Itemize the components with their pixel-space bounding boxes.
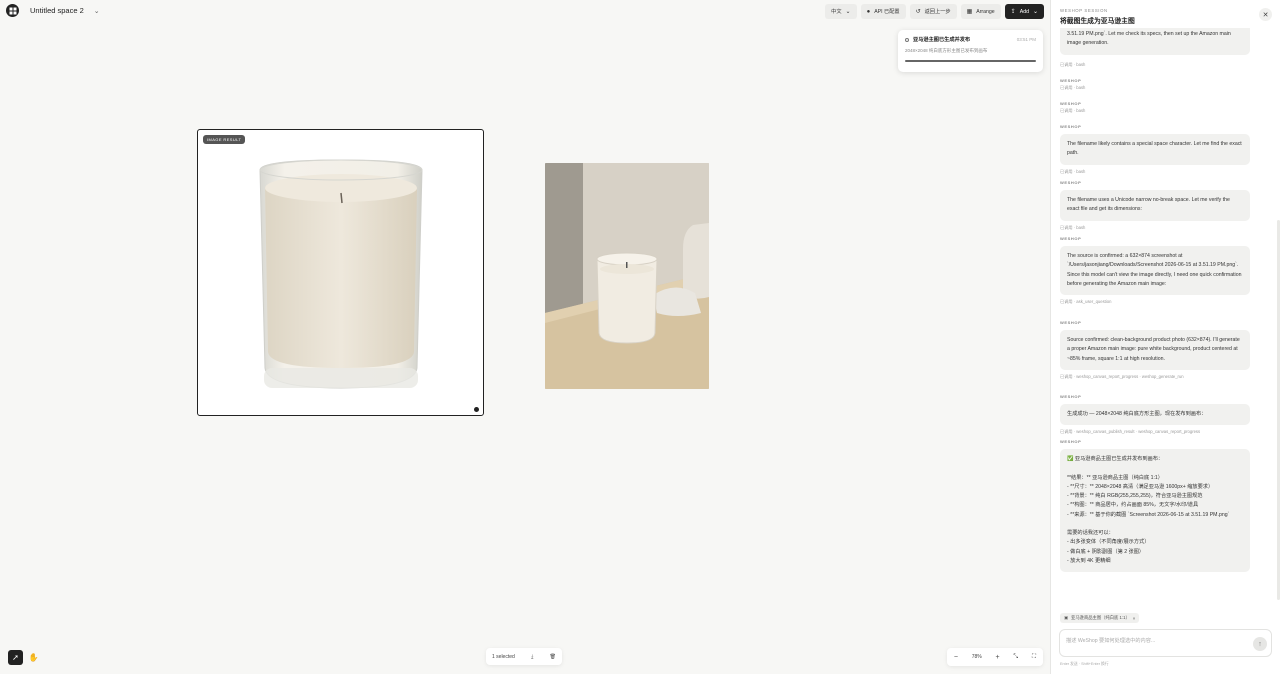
language-select[interactable]: 中文 ⌄ [825,4,857,19]
canvas[interactable]: Untitled space 2 ⌄ 中文 ⌄ ● API 已配置 ↺ 返回上一步 ▦… [0,0,1050,674]
zoom-out-icon[interactable]: − [954,654,958,661]
composer-hint: Enter 发送 · Shift+Enter 换行 [1060,662,1109,666]
toast-subtitle: 2048×2048 纯白底方形主图已发布到画布 [905,48,988,53]
chat-panel: WESHOP SESSION 将截图生成为亚马逊主图 ✕ 3.51.19 PM.… [1050,0,1280,674]
select-tool-icon[interactable]: ➚ [8,650,23,665]
sender-label: WESHOP [1060,394,1082,399]
candle-white-image [259,159,423,389]
sender-label: WESHOP [1060,320,1082,325]
tool-used: 已调用 · bash [1060,108,1086,113]
space-title[interactable]: Untitled space 2 [30,6,84,15]
fullscreen-icon[interactable]: ⛶ [1032,654,1036,661]
download-icon[interactable]: ⤓ [531,654,533,660]
add-label: Add [1019,8,1029,15]
resize-handle[interactable] [474,407,479,412]
tool-used: 已调用 · bash [1060,168,1086,174]
arrange-button[interactable]: ▦ Arrange [960,4,1001,19]
message-text: 生成成功 — 2048×2048 纯白底方形主图，现在发布到画布： [1060,404,1250,426]
undo-label: 返回上一步 [924,9,951,15]
add-button[interactable]: ⇪ Add ⌄ [1004,4,1044,19]
app-logo-icon[interactable] [6,4,19,17]
message-item: WESHOP The filename likely contains a sp… [1060,124,1250,175]
message-text: The source is confirmed: a 632×874 scree… [1060,246,1250,295]
sender-label: WESHOP [1060,124,1082,129]
arrange-label: Arrange [976,8,995,15]
tool-used: 已调用 · ask_user_question [1060,299,1112,304]
zoom-controls: − 78% + ⤡ ⛶ [947,648,1043,666]
panel-title: 将截图生成为亚马逊主图 [1060,18,1135,25]
panel-header: WESHOP SESSION 将截图生成为亚马逊主图 [1060,8,1135,25]
chevron-down-icon: ⌄ [845,8,851,15]
sender-label: WESHOP [1060,78,1082,83]
selected-count: 1 selected [492,653,515,660]
progress-bar-fill [905,60,1036,62]
tool-used: 已调用 · weshop_canvas_publish_result · wes… [1060,429,1201,435]
image-result-badge: IMAGE RESULT [203,135,246,144]
zoom-level[interactable]: 78% [972,654,982,660]
app-root: Untitled space 2 ⌄ 中文 ⌄ ● API 已配置 ↺ 返回上一步 ▦… [0,0,1280,674]
sender-label: WESHOP [1060,180,1082,185]
close-icon[interactable]: × [1133,616,1136,621]
api-icon: ● [866,8,871,15]
context-chip[interactable]: ▣ 亚马逊商品主图（纯白底 1:1） × [1060,613,1140,623]
composer: 描述 WeShop 要如何处理选中的内容... ↑ [1059,629,1272,657]
sender-label: WESHOP [1060,236,1082,241]
hand-tool-icon[interactable]: ✋ [26,650,41,665]
result-image-card[interactable]: IMAGE RESULT [197,129,484,416]
undo-button[interactable]: ↺ 返回上一步 [909,4,957,19]
message-item: WESHOP 已调用 · bash [1060,101,1250,114]
message-text: Source confirmed: clean-background produ… [1060,330,1250,370]
message-item: WESHOP Source confirmed: clean-backgroun… [1060,320,1250,380]
space-header: Untitled space 2 ⌄ [6,4,100,17]
api-config-button[interactable]: ● API 已配置 [860,4,906,19]
chevron-down-icon[interactable]: ⌄ [94,7,100,15]
message-item: WESHOP The source is confirmed: a 632×87… [1060,236,1250,305]
send-icon[interactable]: ↑ [1253,637,1267,651]
toast-time: 03:51 PM [1016,37,1036,42]
message-item: WESHOP The filename uses a Unicode narro… [1060,180,1250,231]
composer-input[interactable]: 描述 WeShop 要如何处理选中的内容... [1066,637,1155,644]
message-text: The filename uses a Unicode narrow no-br… [1060,190,1250,221]
message-text: ✅ 亚马逊商品主图已生成并发布到画布： **结果：** 亚马逊商品主图（纯白底 … [1060,449,1250,572]
chip-label: 亚马逊商品主图（纯白底 1:1） [1071,615,1130,620]
sender-label: WESHOP [1060,101,1082,106]
tool-used: 已调用 · bash [1060,61,1086,67]
arrange-icon: ▦ [966,8,973,15]
chevron-down-icon: ⌄ [1032,8,1038,15]
upload-icon: ⇪ [1010,8,1016,15]
selection-bar: 1 selected ⤓ 🗑 [486,648,562,665]
image-icon: ▣ [1064,615,1069,620]
tool-used: 已调用 · weshop_canvas_report_progress · we… [1060,373,1184,379]
message-list[interactable]: 3.51.19 PM.png`. Let me check its specs,… [1051,28,1273,598]
language-label: 中文 [831,9,842,15]
canvas-tools: ➚ ✋ [8,650,41,665]
status-dot-icon [905,37,909,42]
tool-used: 已调用 · bash [1060,85,1086,90]
progress-toast: 亚马逊主图已生成并发布 03:51 PM 2048×2048 纯白底方形主图已发… [898,30,1043,72]
panel-kicker: WESHOP SESSION [1060,8,1108,13]
message-text: The filename likely contains a special s… [1060,134,1250,165]
message-item: WESHOP ✅ 亚马逊商品主图已生成并发布到画布： **结果：** 亚马逊商品… [1060,439,1250,572]
message-item: WESHOP 生成成功 — 2048×2048 纯白底方形主图，现在发布到画布：… [1060,394,1250,435]
toolbar: 中文 ⌄ ● API 已配置 ↺ 返回上一步 ▦ Arrange ⇪ Add ⌄ [825,4,1044,19]
progress-bar [905,60,1036,62]
tool-used: 已调用 · bash [1060,224,1086,230]
zoom-in-icon[interactable]: + [995,654,999,661]
message-text: 3.51.19 PM.png`. Let me check its specs,… [1060,28,1250,55]
message-item: WESHOP 已调用 · bash [1060,78,1250,91]
toast-title: 亚马逊主图已生成并发布 [913,37,971,43]
fit-icon[interactable]: ⤡ [1013,654,1018,661]
close-icon[interactable]: ✕ [1259,8,1272,21]
candle-lifestyle-image [545,163,709,389]
trash-icon[interactable]: 🗑 [550,654,556,660]
sender-label: WESHOP [1060,439,1082,444]
api-label: API 已配置 [874,9,900,15]
undo-icon: ↺ [915,8,921,15]
source-image-card[interactable] [545,163,709,389]
message-item: 3.51.19 PM.png`. Let me check its specs,… [1060,28,1250,68]
